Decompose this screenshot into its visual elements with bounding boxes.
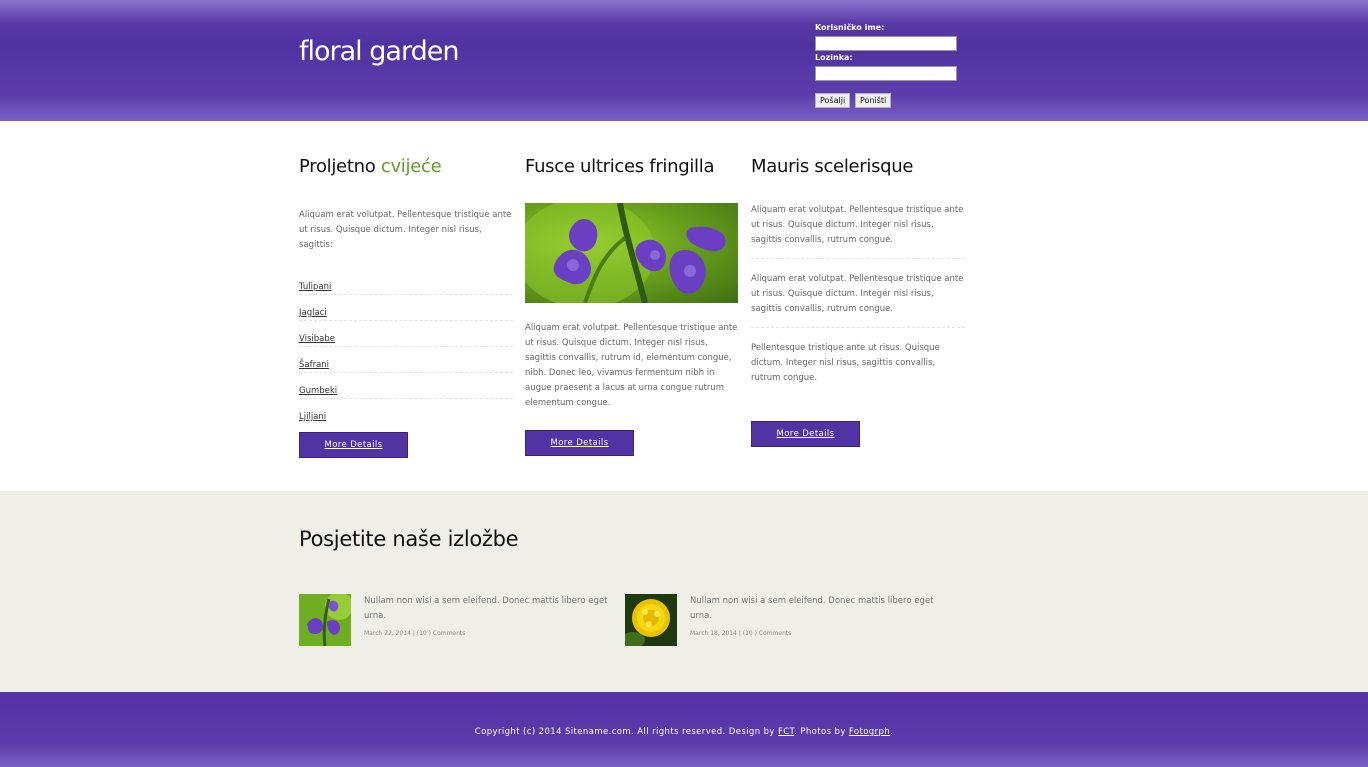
purple-flower-thumb-icon [299, 594, 351, 646]
exhibitions-section: Posjetite naše izložbe Nullam non wisi a… [0, 491, 1368, 692]
flower-link[interactable]: Šafrani [299, 360, 329, 370]
text-block: Pellentesque tristique ante ut risus. Qu… [751, 341, 965, 396]
list-item: Tulipani [299, 269, 513, 295]
exhibition-thumbnail[interactable] [299, 594, 351, 646]
column-title-main: Proljetno [299, 156, 381, 177]
copyright-suffix: . [890, 727, 894, 737]
username-input[interactable] [815, 36, 957, 51]
column-spring-flowers: Proljetno cvijeće Aliquam erat volutpat.… [299, 150, 513, 458]
login-submit-button[interactable]: Pošalji [815, 93, 851, 108]
design-credit-link[interactable]: FCT [778, 727, 794, 737]
exhibition-thumbnail[interactable] [625, 594, 677, 646]
flower-link[interactable]: Tulipani [299, 282, 331, 292]
flower-link[interactable]: Ljiljani [299, 412, 326, 422]
login-reset-button[interactable]: Poništi [855, 93, 892, 108]
list-item: Šafrani [299, 347, 513, 373]
password-input[interactable] [815, 66, 957, 81]
block-text: Aliquam erat volutpat. Pellentesque tris… [751, 205, 964, 245]
list-item: Visibabe [299, 321, 513, 347]
column-title: Mauris scelerisque [751, 156, 914, 177]
copyright-text: Copyright (c) 2014 Sitename.com. All rig… [0, 727, 1368, 737]
copyright-prefix: Copyright (c) 2014 Sitename.com. All rig… [474, 727, 778, 737]
more-details-button[interactable]: More Details [751, 421, 860, 447]
exhibition-meta: March 22, 2014 | (10 ) Comments [364, 630, 466, 637]
section-title: Posjetite naše izložbe [299, 527, 519, 551]
site-header: floral garden Korisničko ime: Lozinka: P… [0, 0, 1368, 121]
list-item: Gumbeki [299, 373, 513, 399]
flower-link[interactable]: Jaglaci [299, 308, 327, 318]
exhibition-text: Nullam non wisi a sem eleifend. Donec ma… [690, 596, 934, 621]
username-label: Korisničko ime: [815, 23, 885, 32]
exhibition-item: Nullam non wisi a sem eleifend. Donec ma… [625, 594, 945, 646]
password-label: Lozinka: [815, 53, 853, 62]
purple-flower-icon [525, 203, 726, 303]
exhibition-text: Nullam non wisi a sem eleifend. Donec ma… [364, 596, 608, 621]
exhibition-meta: March 18, 2014 | (10 ) Comments [690, 630, 792, 637]
column-title: Proljetno cvijeće [299, 156, 513, 177]
block-text: Pellentesque tristique ante ut risus. Qu… [751, 343, 940, 383]
flower-link[interactable]: Gumbeki [299, 386, 337, 396]
exhibition-item: Nullam non wisi a sem eleifend. Donec ma… [299, 594, 619, 646]
flower-link-list: Tulipani Jaglaci Visibabe Šafrani Gumbek… [299, 269, 513, 425]
column-text: Aliquam erat volutpat. Pellentesque tris… [299, 210, 512, 250]
flower-image [525, 203, 738, 303]
text-block-list: Aliquam erat volutpat. Pellentesque tris… [751, 203, 965, 396]
flower-link[interactable]: Visibabe [299, 334, 335, 344]
text-block: Aliquam erat volutpat. Pellentesque tris… [751, 203, 965, 259]
block-text: Aliquam erat volutpat. Pellentesque tris… [751, 274, 964, 314]
column-fusce: Fusce ultrices fringilla Aliquam erat vo… [525, 150, 739, 456]
list-item: Jaglaci [299, 295, 513, 321]
column-title: Fusce ultrices fringilla [525, 156, 715, 177]
text-block: Aliquam erat volutpat. Pellentesque tris… [751, 272, 965, 328]
photos-credit-link[interactable]: Fotogrph [849, 727, 890, 737]
column-mauris: Mauris scelerisque Aliquam erat volutpat… [751, 150, 965, 447]
copyright-middle: . Photos by [794, 727, 849, 737]
column-title-accent: cvijeće [380, 156, 442, 177]
column-text: Aliquam erat volutpat. Pellentesque tris… [525, 323, 738, 408]
more-details-button[interactable]: More Details [299, 432, 408, 458]
more-details-button[interactable]: More Details [525, 430, 634, 456]
yellow-marigold-thumb-icon [625, 594, 677, 646]
site-logo[interactable]: floral garden [299, 36, 459, 67]
list-item: Ljiljani [299, 399, 513, 425]
site-footer: Copyright (c) 2014 Sitename.com. All rig… [0, 692, 1368, 767]
